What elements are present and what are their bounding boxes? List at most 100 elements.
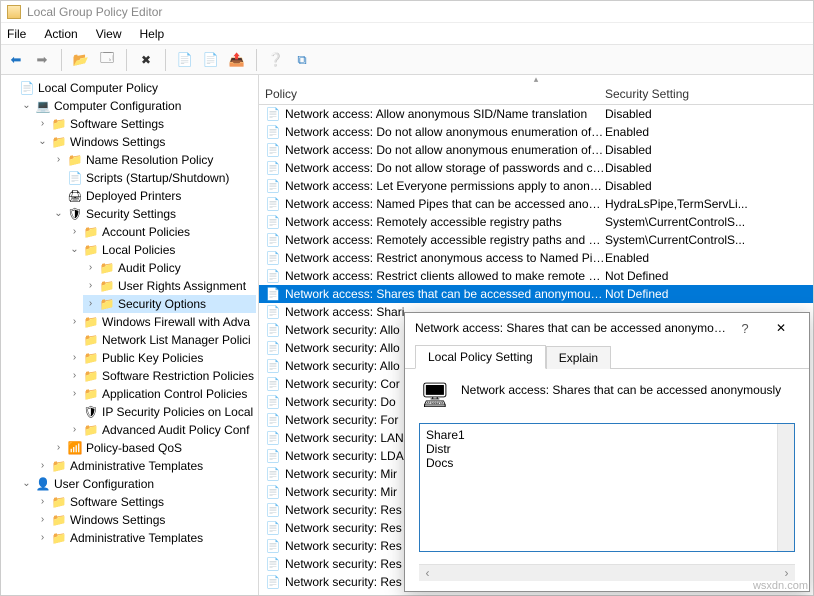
tab-explain[interactable]: Explain <box>546 346 611 369</box>
up-button[interactable] <box>70 49 92 71</box>
tree-security-settings[interactable]: Security Settings <box>51 205 256 223</box>
folder-icon <box>51 116 67 132</box>
delete-button[interactable] <box>135 49 157 71</box>
folder-icon <box>51 494 67 510</box>
tree-user-rights[interactable]: User Rights Assignment <box>83 277 256 295</box>
list-header[interactable]: Policy Security Setting <box>259 83 813 105</box>
forward-button[interactable] <box>31 49 53 71</box>
policy-name: Network access: Do not allow anonymous e… <box>285 125 605 139</box>
scroll-left-arrow[interactable]: ‹ <box>419 565 436 581</box>
titlebar[interactable]: Local Group Policy Editor <box>1 1 813 23</box>
tree-uc-admin[interactable]: Administrative Templates <box>35 529 256 547</box>
menu-file[interactable]: File <box>7 27 26 41</box>
policy-icon <box>265 359 281 373</box>
qos-icon <box>67 440 83 456</box>
tree-audit-policy[interactable]: Audit Policy <box>83 259 256 277</box>
policy-icon <box>265 413 281 427</box>
show-tree-button[interactable] <box>96 49 118 71</box>
app-icon <box>7 5 21 19</box>
tree-ipsec[interactable]: IP Security Policies on Local <box>67 403 256 421</box>
dialog-help-button[interactable] <box>727 316 763 340</box>
properties-button[interactable] <box>174 49 196 71</box>
tree-panel[interactable]: Local Computer Policy Computer Configura… <box>1 75 259 595</box>
tree-local-policies[interactable]: Local Policies <box>67 241 256 259</box>
folder-icon <box>83 314 99 330</box>
script-icon <box>67 170 83 186</box>
policy-row[interactable]: Network access: Do not allow storage of … <box>259 159 813 177</box>
policy-row[interactable]: Network access: Remotely accessible regi… <box>259 231 813 249</box>
policy-setting: Disabled <box>605 107 813 121</box>
export-list-button[interactable] <box>200 49 222 71</box>
horizontal-scrollbar[interactable]: ‹ › <box>419 564 795 581</box>
scroll-right-arrow[interactable]: › <box>778 565 795 581</box>
separator <box>61 49 62 71</box>
help-button[interactable] <box>265 49 287 71</box>
tree-security-options[interactable]: Security Options <box>83 295 256 313</box>
policy-icon <box>265 179 281 193</box>
tree-computer-config[interactable]: Computer Configuration <box>19 97 256 115</box>
policy-row[interactable]: Network access: Restrict anonymous acces… <box>259 249 813 267</box>
tree-software-restriction[interactable]: Software Restriction Policies <box>67 367 256 385</box>
tree-application-control[interactable]: Application Control Policies <box>67 385 256 403</box>
policy-row[interactable]: Network access: Do not allow anonymous e… <box>259 141 813 159</box>
policy-icon <box>19 80 35 96</box>
tree-windows-settings[interactable]: Windows Settings <box>35 133 256 151</box>
policy-row[interactable]: Network access: Restrict clients allowed… <box>259 267 813 285</box>
tree-uc-software[interactable]: Software Settings <box>35 493 256 511</box>
tree-policy-qos[interactable]: Policy-based QoS <box>51 439 256 457</box>
tree-scripts[interactable]: Scripts (Startup/Shutdown) <box>51 169 256 187</box>
dialog-titlebar[interactable]: Network access: Shares that can be acces… <box>405 313 809 343</box>
tab-local-policy-setting[interactable]: Local Policy Setting <box>415 345 546 369</box>
shares-textarea[interactable] <box>420 424 777 551</box>
tree-advanced-audit[interactable]: Advanced Audit Policy Conf <box>67 421 256 439</box>
policy-icon <box>265 305 281 319</box>
filter-button[interactable] <box>291 49 313 71</box>
dialog-tabs: Local Policy Setting Explain <box>405 343 809 369</box>
header-security[interactable]: Security Setting <box>605 87 813 101</box>
tree-printers[interactable]: Deployed Printers <box>51 187 256 205</box>
dialog-heading: Network access: Shares that can be acces… <box>461 379 781 397</box>
policy-row[interactable]: Network access: Remotely accessible regi… <box>259 213 813 231</box>
policy-name: Network access: Do not allow storage of … <box>285 161 605 175</box>
header-policy[interactable]: Policy <box>265 87 605 101</box>
menu-view[interactable]: View <box>96 27 122 41</box>
folder-icon <box>51 512 67 528</box>
tree-uc-windows[interactable]: Windows Settings <box>35 511 256 529</box>
policy-setting: Enabled <box>605 251 813 265</box>
menu-help[interactable]: Help <box>140 27 165 41</box>
vertical-scrollbar[interactable] <box>777 424 794 551</box>
splitter-grip[interactable] <box>259 75 813 83</box>
policy-row[interactable]: Network access: Let Everyone permissions… <box>259 177 813 195</box>
shield-icon <box>67 206 83 222</box>
refresh-button[interactable] <box>226 49 248 71</box>
back-button[interactable] <box>5 49 27 71</box>
tree-software-settings[interactable]: Software Settings <box>35 115 256 133</box>
dialog-title: Network access: Shares that can be acces… <box>415 321 727 335</box>
folder-icon <box>99 260 115 276</box>
folder-icon <box>51 134 67 150</box>
policy-icon <box>265 215 281 229</box>
policy-icon <box>265 575 281 589</box>
policy-name: Network access: Shares that can be acces… <box>285 287 605 301</box>
tree-account-policies[interactable]: Account Policies <box>67 223 256 241</box>
policy-icon <box>265 125 281 139</box>
tree-root[interactable]: Local Computer Policy <box>3 79 256 97</box>
printer-icon <box>67 188 83 204</box>
policy-setting: Disabled <box>605 161 813 175</box>
tree-windows-firewall[interactable]: Windows Firewall with Adva <box>67 313 256 331</box>
tree-public-key[interactable]: Public Key Policies <box>67 349 256 367</box>
policy-icon <box>265 557 281 571</box>
policy-setting: Disabled <box>605 143 813 157</box>
tree-admin-templates-cc[interactable]: Administrative Templates <box>35 457 256 475</box>
menu-action[interactable]: Action <box>44 27 77 41</box>
tree-user-config[interactable]: User Configuration <box>19 475 256 493</box>
policy-row[interactable]: Network access: Allow anonymous SID/Name… <box>259 105 813 123</box>
policy-row[interactable]: Network access: Shares that can be acces… <box>259 285 813 303</box>
dialog-close-button[interactable] <box>763 316 799 340</box>
policy-row[interactable]: Network access: Named Pipes that can be … <box>259 195 813 213</box>
policy-row[interactable]: Network access: Do not allow anonymous e… <box>259 123 813 141</box>
policy-icon <box>265 377 281 391</box>
tree-network-list-policies[interactable]: Network List Manager Polici <box>67 331 256 349</box>
tree-name-resolution[interactable]: Name Resolution Policy <box>51 151 256 169</box>
policy-icon <box>265 269 281 283</box>
